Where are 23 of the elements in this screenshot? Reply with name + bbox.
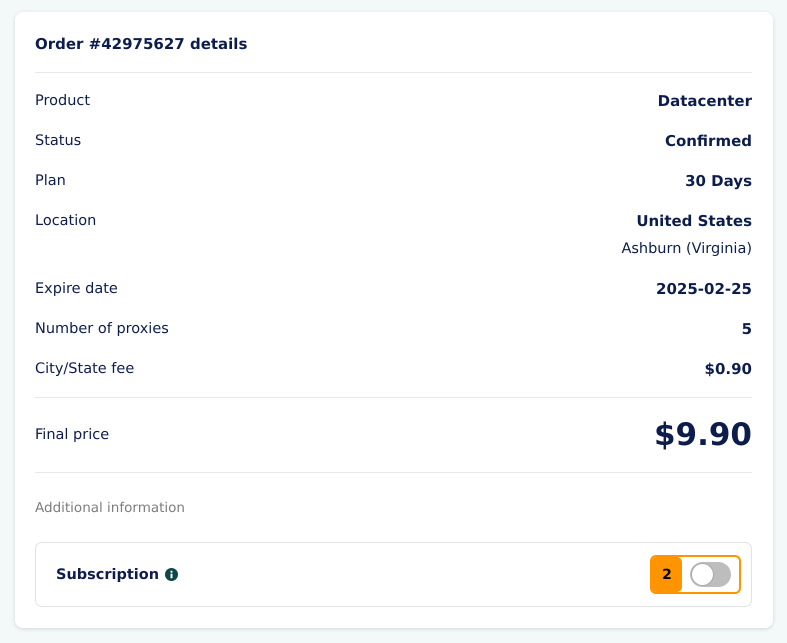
row-label: Status <box>35 132 82 151</box>
card-title: Order #42975627 details <box>35 34 248 54</box>
row-value: 5 <box>742 319 752 339</box>
count-badge: 2 <box>652 557 682 592</box>
row-value: $0.90 <box>704 359 752 379</box>
row-value: 30 Days <box>685 171 752 191</box>
row-value: United States <box>636 211 752 231</box>
row-label: Product <box>35 92 90 111</box>
toggle-switch[interactable] <box>690 562 731 587</box>
subscription-label: Subscription <box>56 566 160 584</box>
row-label: Location <box>35 212 96 231</box>
row-detail: Ashburn (Virginia) <box>621 240 752 259</box>
row-label: City/State fee <box>35 360 134 379</box>
row-label: Plan <box>35 172 66 191</box>
final-price-label: Final price <box>35 426 110 445</box>
row-value: Confirmed <box>664 131 752 151</box>
row-value: 2025-02-25 <box>656 279 752 299</box>
row-label: Expire date <box>35 280 118 299</box>
row-value: Datacenter <box>658 91 752 111</box>
info-icon[interactable] <box>165 568 178 581</box>
final-price: $9.90 <box>654 416 752 455</box>
section-heading: Additional information <box>35 499 185 518</box>
row-label: Number of proxies <box>35 320 169 339</box>
